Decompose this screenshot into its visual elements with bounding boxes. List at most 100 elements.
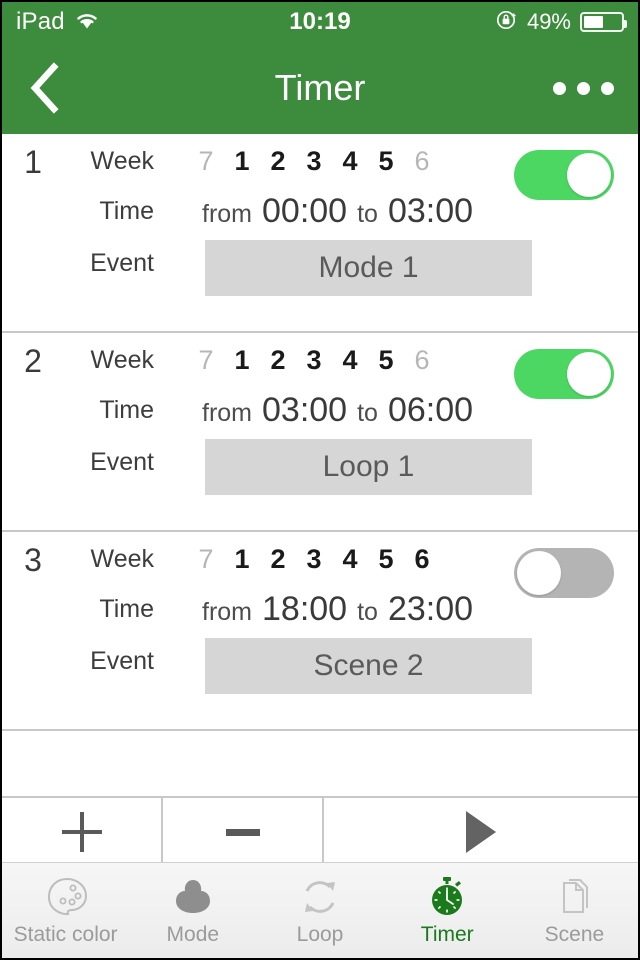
timer-event-field: Event Mode 1 <box>2 240 638 296</box>
week-day-1[interactable]: 1 <box>224 138 260 184</box>
week-day-3[interactable]: 3 <box>296 138 332 184</box>
event-value-button[interactable]: Mode 1 <box>205 240 532 296</box>
tab-scene[interactable]: Scene <box>511 863 638 958</box>
time-to-value[interactable]: 06:00 <box>388 387 473 433</box>
wifi-icon <box>74 10 100 35</box>
time-range: from 00:00 to 03:00 <box>202 188 483 237</box>
week-label: Week <box>90 545 154 573</box>
status-bar-right: 49% <box>496 9 627 36</box>
timer-app-screen: iPad 10:19 49% Timer 1 Week 7 1 2 3 4 5 … <box>0 0 640 960</box>
more-dot-3 <box>601 81 614 95</box>
timer-enable-toggle[interactable] <box>514 150 614 200</box>
week-day-7[interactable]: 7 <box>188 138 224 184</box>
from-label: from <box>202 399 252 427</box>
timer-enable-toggle[interactable] <box>514 349 614 399</box>
tab-label: Scene <box>544 922 605 946</box>
more-dot-2 <box>577 81 590 95</box>
week-day-2[interactable]: 2 <box>260 337 296 383</box>
week-day-selector[interactable]: 7 1 2 3 4 5 6 <box>188 536 440 582</box>
status-bar-left: iPad <box>16 8 100 36</box>
week-day-5[interactable]: 5 <box>368 536 404 582</box>
week-day-7[interactable]: 7 <box>188 536 224 582</box>
nav-bar: Timer <box>2 42 638 134</box>
week-day-4[interactable]: 4 <box>332 337 368 383</box>
time-from-value[interactable]: 00:00 <box>262 188 347 234</box>
toggle-knob <box>567 352 611 396</box>
back-button[interactable] <box>2 42 88 134</box>
pages-icon <box>551 875 597 919</box>
week-day-selector[interactable]: 7 1 2 3 4 5 6 <box>188 138 440 184</box>
from-label: from <box>202 598 252 626</box>
week-day-4[interactable]: 4 <box>332 138 368 184</box>
more-options-button[interactable] <box>553 81 614 95</box>
week-day-6[interactable]: 6 <box>404 337 440 383</box>
week-day-3[interactable]: 3 <box>296 337 332 383</box>
remove-timer-button[interactable] <box>163 798 324 866</box>
play-icon <box>466 811 496 853</box>
time-range: from 03:00 to 06:00 <box>202 387 483 436</box>
week-day-7[interactable]: 7 <box>188 337 224 383</box>
week-day-2[interactable]: 2 <box>260 138 296 184</box>
plus-icon <box>61 812 102 852</box>
event-label: Event <box>90 647 154 675</box>
timer-row[interactable]: 2 Week 7 1 2 3 4 5 6 Time from 03:00 to … <box>2 333 638 532</box>
from-label: from <box>202 200 252 228</box>
add-timer-button[interactable] <box>2 798 163 866</box>
week-day-4[interactable]: 4 <box>332 536 368 582</box>
week-day-1[interactable]: 1 <box>224 536 260 582</box>
week-day-5[interactable]: 5 <box>368 337 404 383</box>
battery-fill <box>584 16 604 28</box>
device-name: iPad <box>16 8 65 35</box>
week-day-6[interactable]: 6 <box>404 138 440 184</box>
week-day-1[interactable]: 1 <box>224 337 260 383</box>
time-to-value[interactable]: 03:00 <box>388 188 473 234</box>
time-label: Time <box>99 396 154 424</box>
week-day-2[interactable]: 2 <box>260 536 296 582</box>
timer-row[interactable]: 1 Week 7 1 2 3 4 5 6 Time from 00:00 to … <box>2 134 638 333</box>
chevron-left-icon <box>30 62 59 114</box>
minus-icon <box>225 828 260 836</box>
battery-percent-label: 49% <box>526 9 571 34</box>
timer-row[interactable]: 3 Week 7 1 2 3 4 5 6 Time from 18:00 to … <box>2 532 638 731</box>
control-bar <box>2 798 638 868</box>
more-dot-1 <box>553 81 566 95</box>
time-label: Time <box>99 197 154 225</box>
week-day-selector[interactable]: 7 1 2 3 4 5 6 <box>188 337 440 383</box>
week-day-6[interactable]: 6 <box>404 536 440 582</box>
timer-enable-toggle[interactable] <box>514 548 614 598</box>
timer-event-field: Event Loop 1 <box>2 439 638 495</box>
time-label: Time <box>99 595 154 623</box>
timer-list: 1 Week 7 1 2 3 4 5 6 Time from 00:00 to … <box>2 134 638 868</box>
event-value-button[interactable]: Loop 1 <box>205 439 532 495</box>
palette-icon <box>43 875 89 919</box>
toggle-knob <box>517 551 561 595</box>
tab-timer[interactable]: Timer <box>384 863 511 958</box>
stopwatch-icon <box>424 875 470 919</box>
to-label: to <box>357 399 378 427</box>
event-value-button[interactable]: Scene 2 <box>205 638 532 694</box>
week-day-5[interactable]: 5 <box>368 138 404 184</box>
toggle-knob <box>567 153 611 197</box>
loop-refresh-icon <box>297 875 343 919</box>
tab-loop[interactable]: Loop <box>256 863 383 958</box>
mode-blob-icon <box>170 875 216 919</box>
empty-list-row <box>2 731 638 798</box>
tab-static-color[interactable]: Static color <box>2 863 129 958</box>
week-label: Week <box>90 147 154 175</box>
time-range: from 18:00 to 23:00 <box>202 586 483 635</box>
tab-label: Loop <box>296 922 344 946</box>
time-from-value[interactable]: 03:00 <box>262 387 347 433</box>
tab-mode[interactable]: Mode <box>129 863 256 958</box>
week-day-3[interactable]: 3 <box>296 536 332 582</box>
event-label: Event <box>90 448 154 476</box>
to-label: to <box>357 598 378 626</box>
run-timer-button[interactable] <box>324 798 638 866</box>
time-to-value[interactable]: 23:00 <box>388 586 473 632</box>
rotation-lock-icon <box>496 9 518 36</box>
tab-label: Mode <box>166 922 220 946</box>
status-bar: iPad 10:19 49% <box>2 2 638 42</box>
to-label: to <box>357 200 378 228</box>
time-from-value[interactable]: 18:00 <box>262 586 347 632</box>
timer-event-field: Event Scene 2 <box>2 638 638 694</box>
week-label: Week <box>90 346 154 374</box>
